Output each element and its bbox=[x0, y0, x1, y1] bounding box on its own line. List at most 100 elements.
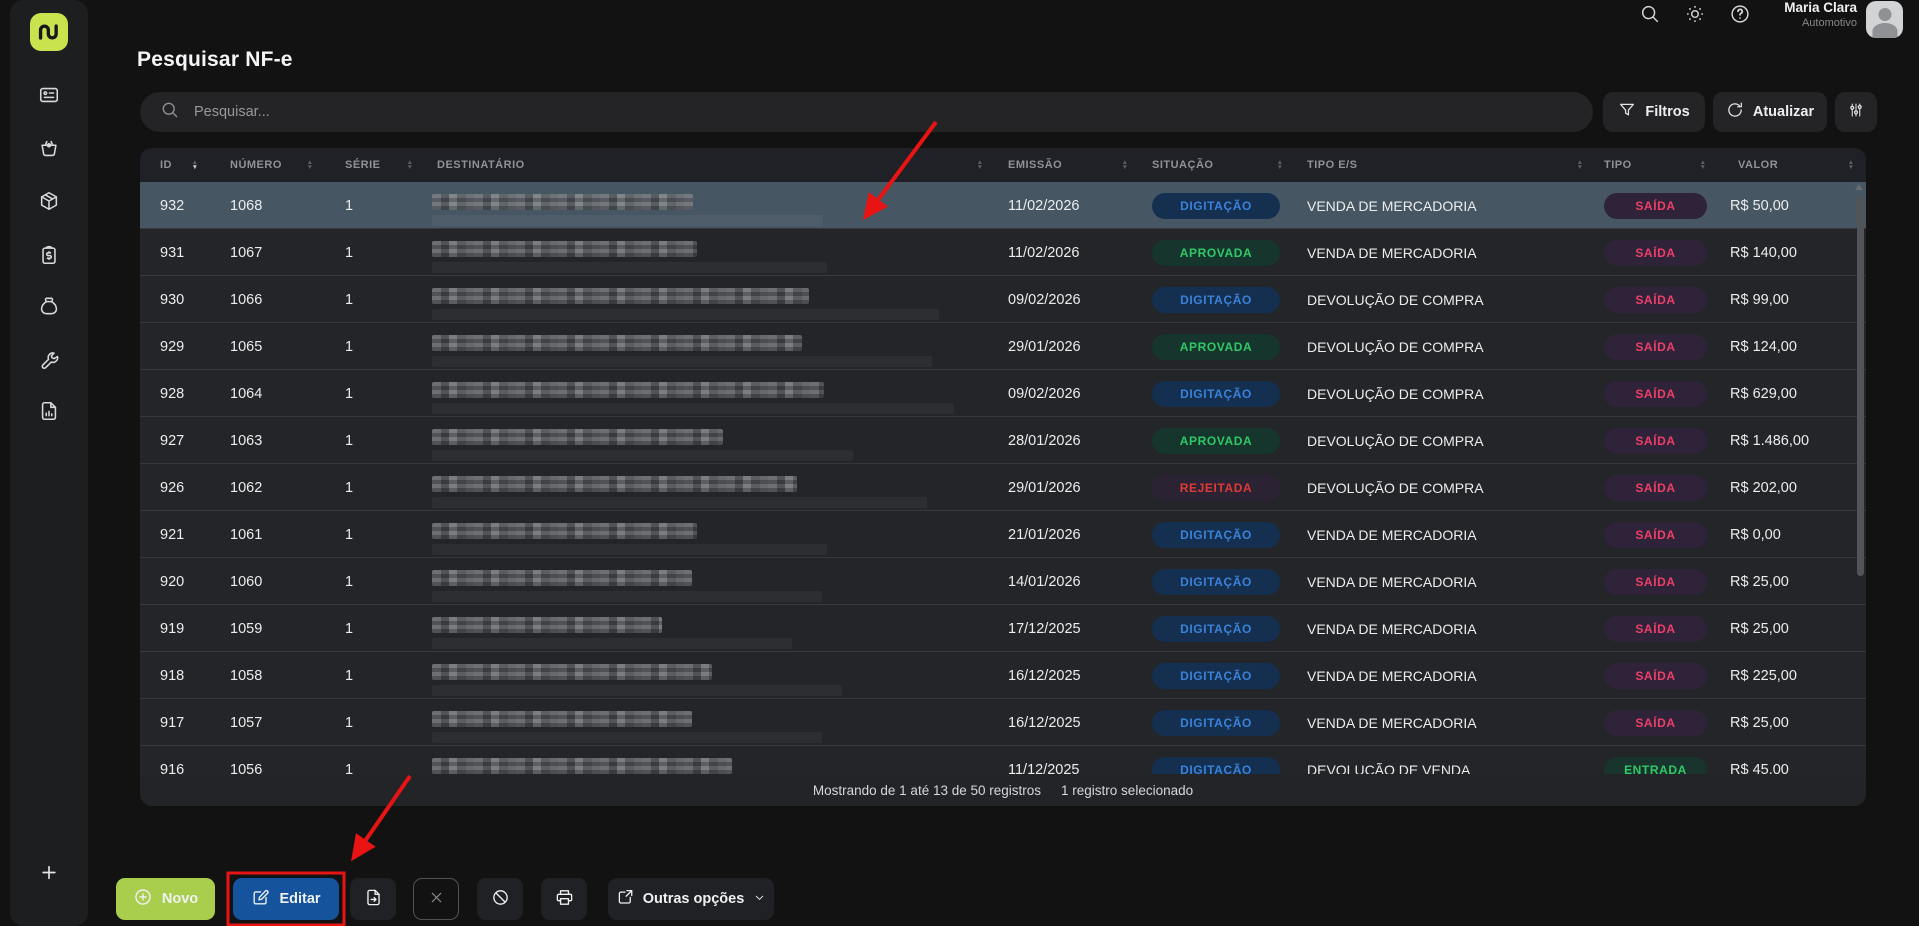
help-button[interactable] bbox=[1729, 3, 1751, 25]
sidebar-item-relatorios[interactable] bbox=[37, 401, 61, 425]
column-header-tipo-e-s[interactable]: TIPO E/S▲▼ bbox=[1295, 148, 1595, 182]
status-badge: DIGITAÇÃO bbox=[1152, 663, 1280, 689]
column-settings-button[interactable] bbox=[1835, 92, 1877, 132]
editar-button[interactable]: Editar bbox=[233, 878, 339, 920]
refresh-icon bbox=[1726, 101, 1744, 123]
atualizar-button[interactable]: Atualizar bbox=[1713, 92, 1827, 132]
table-row[interactable]: 930 1066 1 09/02/2026 DIGITAÇÃO DEVOLUÇÃ… bbox=[140, 276, 1866, 323]
status-badge: DIGITAÇÃO bbox=[1152, 381, 1280, 407]
export-file-button[interactable] bbox=[350, 878, 396, 920]
tipo-badge: SAÍDA bbox=[1604, 428, 1707, 454]
report-file-icon bbox=[38, 400, 60, 427]
file-export-icon bbox=[364, 888, 383, 911]
avatar[interactable] bbox=[1866, 1, 1903, 38]
filtros-label: Filtros bbox=[1645, 104, 1689, 120]
contact-card-icon bbox=[38, 84, 60, 111]
user-name[interactable]: Maria Clara bbox=[1784, 0, 1857, 15]
column-header-id[interactable]: ID▲▼ bbox=[140, 148, 210, 182]
tipo-badge: SAÍDA bbox=[1604, 522, 1707, 548]
table-row[interactable]: 918 1058 1 16/12/2025 DIGITAÇÃO VENDA DE… bbox=[140, 652, 1866, 699]
sliders-icon bbox=[1847, 101, 1865, 123]
novo-button[interactable]: Novo bbox=[116, 878, 215, 920]
column-header-emissa-o[interactable]: EMISSÃO▲▼ bbox=[995, 148, 1140, 182]
outras-opcoes-button[interactable]: Outras opções bbox=[608, 878, 774, 920]
table-row[interactable]: 921 1061 1 21/01/2026 DIGITAÇÃO VENDA DE… bbox=[140, 511, 1866, 558]
redacted-destinatario bbox=[432, 382, 824, 398]
table-row[interactable]: 917 1057 1 16/12/2025 DIGITAÇÃO VENDA DE… bbox=[140, 699, 1866, 746]
search-input[interactable] bbox=[194, 104, 1394, 120]
table-row[interactable]: 919 1059 1 17/12/2025 DIGITAÇÃO VENDA DE… bbox=[140, 605, 1866, 652]
sidebar-item-faturamento[interactable] bbox=[37, 245, 61, 269]
selected-count-label: 1 registro selecionado bbox=[1061, 783, 1193, 798]
table-row[interactable]: 926 1062 1 29/01/2026 REJEITADA DEVOLUÇÃ… bbox=[140, 464, 1866, 511]
column-header-tipo[interactable]: TIPO▲▼ bbox=[1595, 148, 1718, 182]
redaction-smear bbox=[432, 356, 932, 367]
sort-arrows-icon: ▲▼ bbox=[407, 160, 413, 171]
excluir-button[interactable] bbox=[413, 878, 459, 920]
sort-arrows-icon: ▲▼ bbox=[977, 160, 983, 171]
block-icon bbox=[491, 888, 510, 911]
scrollbar-up-arrow[interactable] bbox=[1855, 184, 1863, 190]
editar-label: Editar bbox=[279, 891, 320, 907]
sidebar-add-button[interactable] bbox=[39, 863, 59, 888]
redaction-smear bbox=[432, 309, 939, 320]
sort-arrows-icon: ▲▼ bbox=[192, 160, 198, 171]
table-row[interactable]: 931 1067 1 11/02/2026 APROVADA VENDA DE … bbox=[140, 229, 1866, 276]
table-row[interactable]: 932 1068 1 11/02/2026 DIGITAÇÃO VENDA DE… bbox=[140, 182, 1866, 229]
theme-toggle-button[interactable] bbox=[1684, 3, 1706, 25]
table-row[interactable]: 928 1064 1 09/02/2026 DIGITAÇÃO DEVOLUÇÃ… bbox=[140, 370, 1866, 417]
global-search-button[interactable] bbox=[1639, 3, 1661, 25]
cancelar-button[interactable] bbox=[477, 878, 523, 920]
redaction-smear bbox=[432, 450, 853, 461]
sidebar-item-vendas[interactable] bbox=[37, 138, 61, 162]
sort-arrows-icon: ▲▼ bbox=[307, 160, 313, 171]
redaction-smear bbox=[432, 732, 822, 743]
filtros-button[interactable]: Filtros bbox=[1603, 92, 1705, 132]
imprimir-button[interactable] bbox=[541, 878, 587, 920]
basket-icon bbox=[38, 137, 60, 164]
search-icon bbox=[160, 100, 180, 125]
status-badge: DIGITAÇÃO bbox=[1152, 522, 1280, 548]
sidebar-item-cadastros[interactable] bbox=[37, 85, 61, 109]
sidebar-item-produtos[interactable] bbox=[37, 191, 61, 215]
column-header-situac-a-o[interactable]: SITUAÇÃO▲▼ bbox=[1140, 148, 1295, 182]
table-row[interactable]: 927 1063 1 28/01/2026 APROVADA DEVOLUÇÃO… bbox=[140, 417, 1866, 464]
redacted-destinatario bbox=[432, 617, 662, 633]
tipo-badge: SAÍDA bbox=[1604, 334, 1707, 360]
sidebar bbox=[10, 0, 88, 926]
redacted-destinatario bbox=[432, 476, 797, 492]
sidebar-item-financeiro[interactable] bbox=[37, 296, 61, 320]
app-logo[interactable] bbox=[30, 13, 68, 51]
sort-arrows-icon: ▲▼ bbox=[1848, 160, 1854, 171]
tipo-badge: SAÍDA bbox=[1604, 616, 1707, 642]
column-header-se-rie[interactable]: SÉRIE▲▼ bbox=[325, 148, 425, 182]
sidebar-item-servicos[interactable] bbox=[37, 350, 61, 374]
wrench-icon bbox=[38, 349, 60, 376]
redaction-smear bbox=[432, 638, 792, 649]
table-row[interactable]: 920 1060 1 14/01/2026 DIGITAÇÃO VENDA DE… bbox=[140, 558, 1866, 605]
tipo-badge: SAÍDA bbox=[1604, 193, 1707, 219]
page-title: Pesquisar NF-e bbox=[137, 48, 293, 72]
search-bar bbox=[140, 92, 1593, 132]
column-label: NÚMERO bbox=[230, 159, 282, 171]
tipo-badge: SAÍDA bbox=[1604, 569, 1707, 595]
column-label: TIPO bbox=[1604, 159, 1632, 171]
column-header-valor[interactable]: VALOR▲▼ bbox=[1718, 148, 1866, 182]
column-header-nu-mero[interactable]: NÚMERO ▲▼ bbox=[210, 148, 325, 182]
column-header-destinata-rio[interactable]: DESTINATÁRIO▲▼ bbox=[425, 148, 995, 182]
package-icon bbox=[38, 190, 60, 217]
column-label: SITUAÇÃO bbox=[1152, 159, 1213, 171]
redacted-destinatario bbox=[432, 570, 692, 586]
table-row[interactable]: 929 1065 1 29/01/2026 APROVADA DEVOLUÇÃO… bbox=[140, 323, 1866, 370]
status-badge: DIGITAÇÃO bbox=[1152, 757, 1280, 775]
table-row[interactable]: 916 1056 1 11/12/2025 DIGITAÇÃO DEVOLUÇÃ… bbox=[140, 746, 1866, 774]
tipo-badge: SAÍDA bbox=[1604, 663, 1707, 689]
redaction-smear bbox=[432, 215, 823, 226]
tipo-badge: SAÍDA bbox=[1604, 287, 1707, 313]
tipo-badge: SAÍDA bbox=[1604, 240, 1707, 266]
redacted-destinatario bbox=[432, 758, 732, 774]
status-badge: REJEITADA bbox=[1152, 475, 1280, 501]
money-bag-icon bbox=[38, 295, 60, 322]
close-x-icon bbox=[428, 889, 445, 910]
vertical-scrollbar[interactable] bbox=[1857, 196, 1864, 576]
